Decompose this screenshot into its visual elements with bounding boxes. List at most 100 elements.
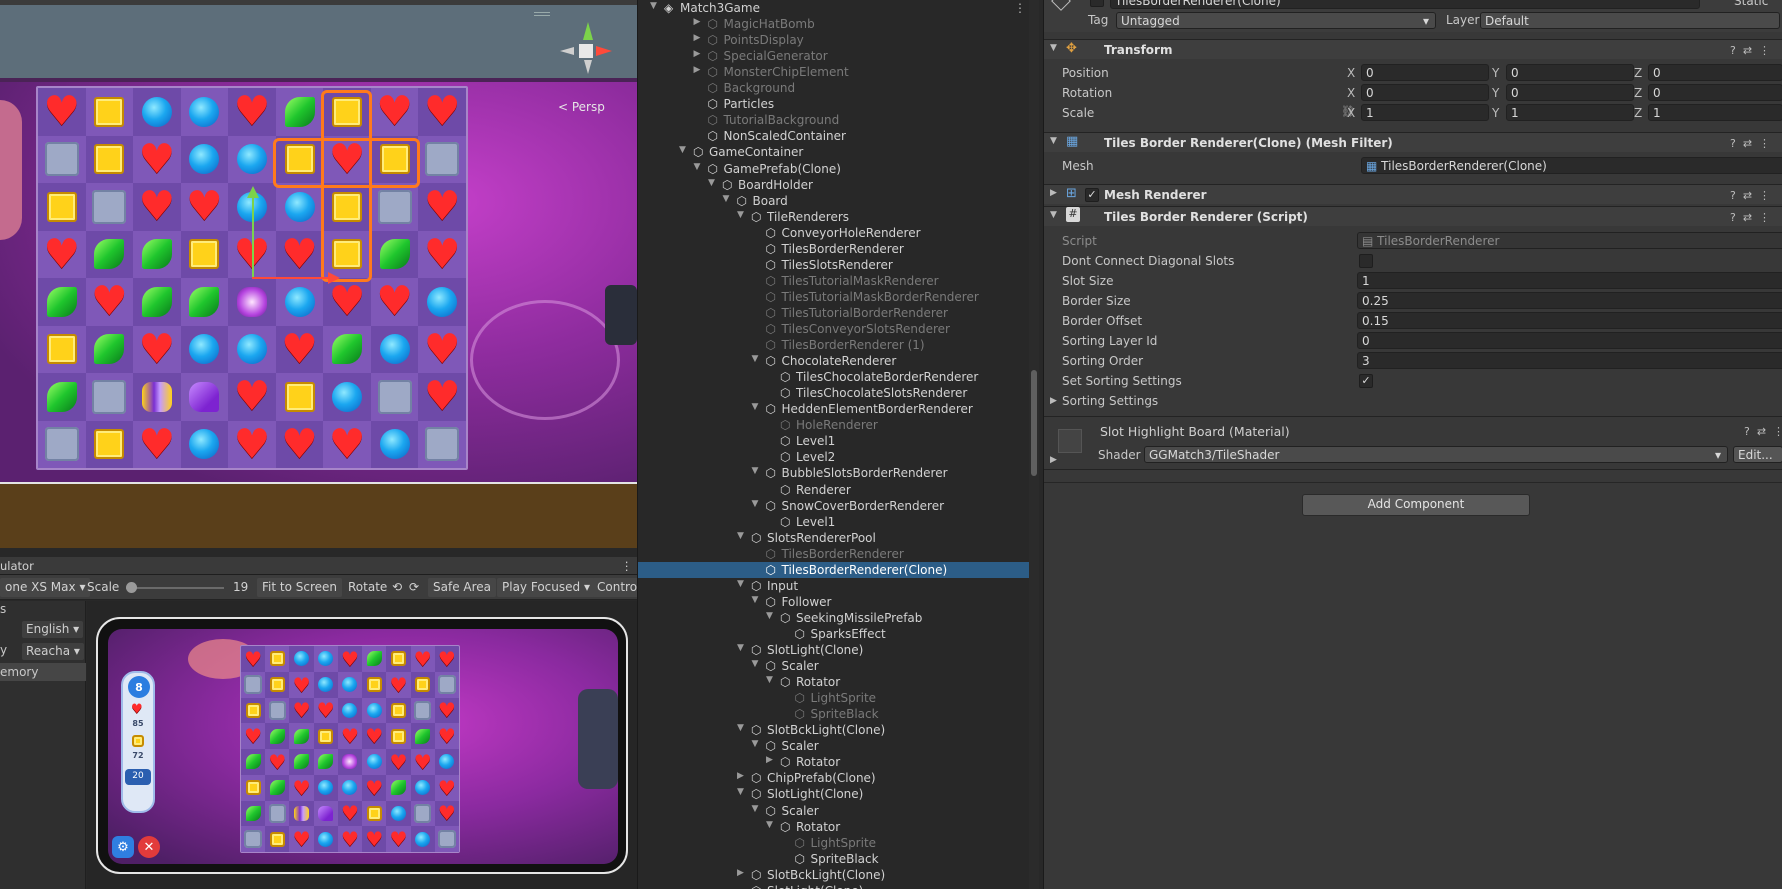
hierarchy-row[interactable]: ⬡ TilesBorderRenderer xyxy=(638,546,1030,562)
component-actions[interactable]: ?⇄⋮ xyxy=(1730,137,1777,150)
board-cell[interactable]: ♥ xyxy=(435,698,459,724)
board-cell[interactable] xyxy=(362,646,387,672)
scene-view-handle[interactable] xyxy=(534,12,550,16)
border-size-field[interactable]: 0.25 xyxy=(1357,292,1782,309)
board-cell[interactable]: ♥ xyxy=(362,723,386,749)
scale-z-field[interactable]: 1 xyxy=(1648,104,1782,121)
add-component-button[interactable]: Add Component xyxy=(1302,494,1530,516)
device-frame[interactable]: ♥ ♥ ♥ ♥ ♥ ♥ ♥ ♥ ♥ ♥ ♥ ♥ ♥ ♥ ♥ ♥ ♥ ♥ ♥ ♥ ♥ ♥ ♥ ♥ ♥ 8 ♥ 85 72 20 ⚙… xyxy=(96,617,628,874)
board-cell[interactable] xyxy=(228,135,276,183)
gizmo-y-axis[interactable] xyxy=(252,192,254,278)
board-cell[interactable]: ♥ xyxy=(180,183,229,231)
expand-arrow-icon[interactable]: ▼ xyxy=(766,820,773,830)
board-cell[interactable] xyxy=(386,774,411,801)
hierarchy-scrollbar[interactable] xyxy=(1029,0,1039,889)
orientation-gizmo[interactable] xyxy=(552,20,618,86)
board-cell[interactable] xyxy=(323,373,371,421)
component-actions[interactable]: ?⇄⋮ xyxy=(1744,425,1782,438)
hierarchy-row[interactable]: ▼ ⬡ Input xyxy=(638,578,1030,594)
board-cell[interactable]: ♥ xyxy=(362,826,386,852)
board-cell[interactable]: ♥ xyxy=(418,88,466,136)
hierarchy-row[interactable]: ▼ ⬡ HeddenElementBorderRenderer xyxy=(638,401,1030,417)
board-cell[interactable]: ♥ xyxy=(418,325,466,373)
board-cell[interactable]: ♥ xyxy=(338,646,362,672)
board-cell[interactable] xyxy=(323,325,371,373)
hierarchy-row[interactable]: ⬡ NonScaledContainer xyxy=(638,128,1030,144)
persp-label[interactable]: < Persp xyxy=(558,100,605,114)
component-actions[interactable]: ?⇄⋮ xyxy=(1730,189,1777,202)
hierarchy-row[interactable]: ▼ ⬡ Follower xyxy=(638,594,1030,610)
board-cell[interactable]: ♥ xyxy=(410,749,435,775)
board-cell[interactable]: ♥ xyxy=(370,278,419,326)
board-cell[interactable] xyxy=(181,326,229,374)
scale-slider[interactable] xyxy=(125,582,224,593)
expand-arrow-icon[interactable]: ▼ xyxy=(766,611,773,621)
hierarchy-row[interactable]: ⬡ TutorialBackground xyxy=(638,112,1030,128)
expand-arrow-icon[interactable]: ▼ xyxy=(752,739,759,749)
board-cell[interactable] xyxy=(241,749,265,775)
hierarchy-row[interactable]: ▶ ⬡ MagicHatBomb xyxy=(638,16,1030,32)
board-cell[interactable] xyxy=(337,671,363,698)
x-axis-label[interactable]: X xyxy=(1347,86,1355,100)
board-cell[interactable]: ♥ xyxy=(337,826,363,852)
board-cell[interactable] xyxy=(181,136,229,184)
collapse-arrow-icon[interactable]: ▶ xyxy=(766,755,773,765)
y-axis-label[interactable]: Y xyxy=(1492,86,1499,100)
board-cell[interactable] xyxy=(434,671,459,698)
board-cell[interactable] xyxy=(86,136,134,184)
board-cell[interactable]: ♥ xyxy=(276,421,324,469)
board-cell[interactable] xyxy=(370,183,419,231)
board-cell[interactable] xyxy=(371,326,419,374)
expand-arrow-icon[interactable]: ▼ xyxy=(737,579,744,589)
hierarchy-row[interactable]: ▼ ⬡ Board xyxy=(638,193,1030,209)
hierarchy-row[interactable]: ⬡ Level1 xyxy=(638,514,1030,530)
collapse-arrow-icon[interactable]: ▶ xyxy=(737,771,744,781)
hierarchy-row[interactable]: ⬡ TilesTutorialBorderRenderer xyxy=(638,305,1030,321)
board-cell[interactable] xyxy=(314,826,338,852)
collapse-arrow-icon[interactable]: ▶ xyxy=(737,868,744,878)
board-cell[interactable] xyxy=(241,774,266,801)
board-cell[interactable]: ♥ xyxy=(410,646,435,672)
board-cell[interactable] xyxy=(386,698,410,724)
board-cell[interactable] xyxy=(314,775,338,801)
board-cell[interactable] xyxy=(371,421,419,469)
board-cell[interactable] xyxy=(86,421,134,469)
board-cell[interactable] xyxy=(410,697,435,724)
board-cell[interactable]: ♥ xyxy=(241,723,266,749)
hierarchy-row[interactable]: ▼ ⬡ Scaler xyxy=(638,803,1030,819)
active-checkbox[interactable] xyxy=(1090,0,1104,7)
board-cell[interactable]: ♥ xyxy=(38,230,86,278)
board-cell[interactable]: ♥ xyxy=(289,774,314,801)
board-cell[interactable] xyxy=(411,672,435,698)
hierarchy-row[interactable]: ⬡ Level2 xyxy=(638,449,1030,465)
hierarchy-row[interactable]: ▶ ⬡ SpecialGenerator xyxy=(638,48,1030,64)
board-cell[interactable] xyxy=(181,421,229,469)
hierarchy-panel[interactable]: ▼ ◈ Match3Game ▶ ⬡ MagicHatBomb ▶ ⬡ PointsDispla… xyxy=(637,0,1030,889)
z-axis-label[interactable]: Z xyxy=(1634,106,1642,120)
board-cell[interactable] xyxy=(228,278,276,326)
board-cell[interactable] xyxy=(289,749,313,775)
hierarchy-row[interactable]: ▼ ⬡ SlotLight(Clone) xyxy=(638,642,1030,658)
board-cell[interactable] xyxy=(85,88,134,136)
hierarchy-row[interactable]: ▼ ⬡ Scaler xyxy=(638,658,1030,674)
board-cell[interactable] xyxy=(418,135,466,183)
board-cell[interactable] xyxy=(38,183,86,231)
hierarchy-row[interactable]: ▶ ⬡ Rotator xyxy=(638,754,1030,770)
foldout-arrow-icon[interactable]: ▶ xyxy=(1050,455,1057,465)
board-cell[interactable] xyxy=(313,646,338,672)
settings-gear-icon[interactable]: ⚙ xyxy=(112,836,134,858)
board-cell[interactable]: ♥ xyxy=(289,698,313,724)
phone-game-board[interactable]: ♥ ♥ ♥ ♥ ♥ ♥ ♥ ♥ ♥ ♥ ♥ ♥ ♥ ♥ ♥ ♥ ♥ ♥ ♥ ♥ ♥ ♥ ♥ ♥ ♥ xyxy=(240,645,460,853)
collapse-arrow-icon[interactable]: ▶ xyxy=(694,49,701,59)
board-cell[interactable]: ♥ xyxy=(435,801,459,827)
board-cell[interactable] xyxy=(85,373,134,421)
hierarchy-row[interactable]: ⬡ TilesBorderRenderer xyxy=(638,241,1030,257)
hierarchy-row[interactable]: ▼ ⬡ BoardHolder xyxy=(638,177,1030,193)
board-cell[interactable] xyxy=(265,697,290,724)
board-cell[interactable] xyxy=(180,88,229,136)
position-y-field[interactable]: 0 xyxy=(1506,64,1634,81)
board-cell[interactable] xyxy=(241,826,266,852)
hierarchy-row[interactable]: ⬡ TilesBorderRenderer(Clone) xyxy=(638,562,1030,578)
hierarchy-row[interactable]: ⬡ TilesChocolateBorderRenderer xyxy=(638,369,1030,385)
board-cell[interactable] xyxy=(418,278,466,326)
